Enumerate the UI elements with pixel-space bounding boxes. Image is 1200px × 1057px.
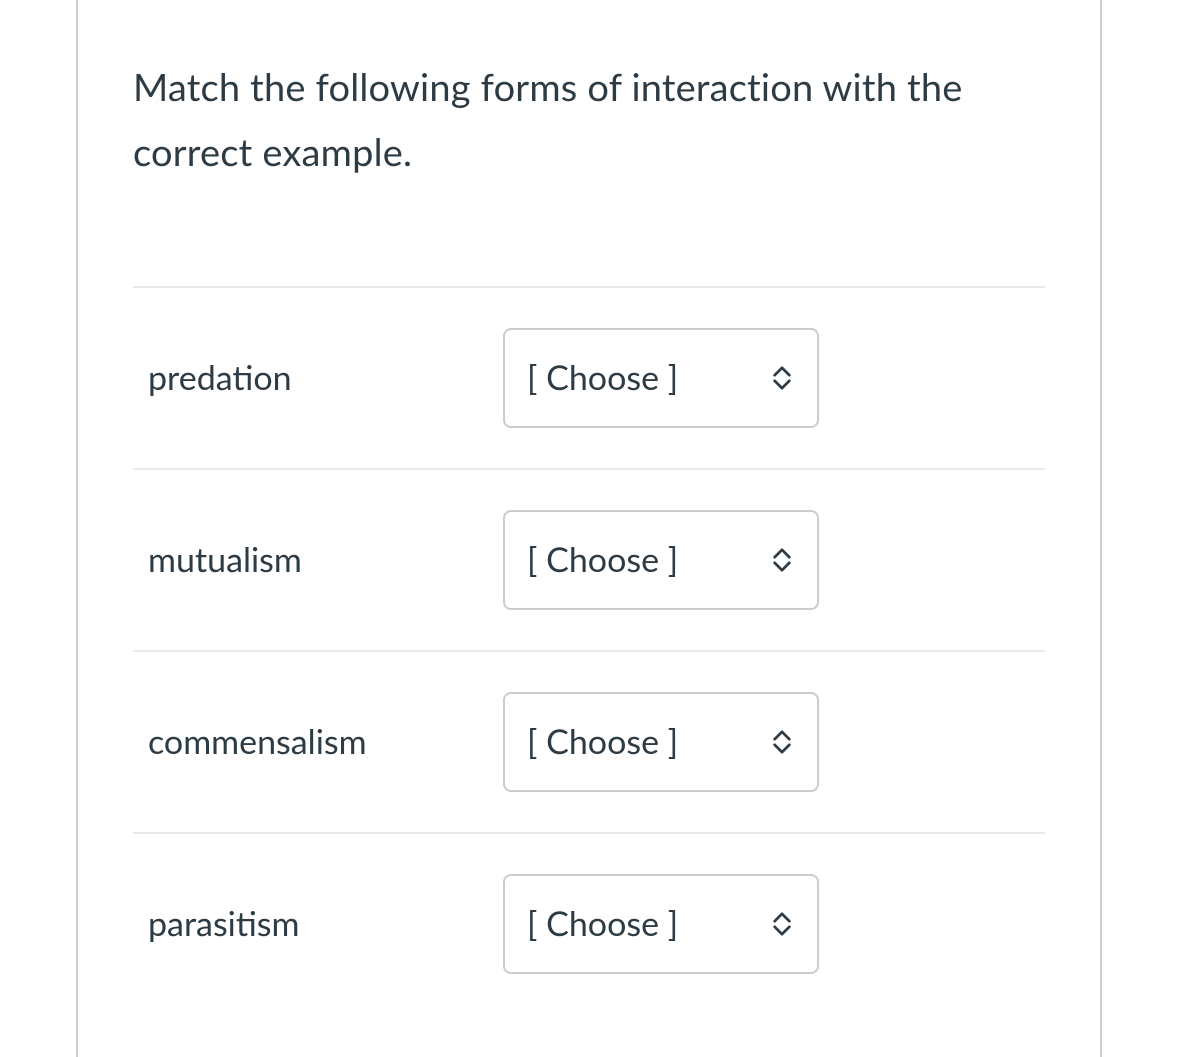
select-placeholder: [ Choose ] — [527, 903, 769, 944]
question-card: Match the following forms of interaction… — [76, 0, 1102, 1057]
match-row-predation: predation [ Choose ] — [133, 286, 1045, 468]
select-placeholder: [ Choose ] — [527, 721, 769, 762]
chevron-updown-icon — [769, 727, 795, 757]
quiz-page: Match the following forms of interaction… — [0, 0, 1200, 1057]
match-list: predation [ Choose ] mutualism [ Choose … — [133, 286, 1045, 1014]
select-placeholder: [ Choose ] — [527, 539, 769, 580]
select-parasitism[interactable]: [ Choose ] — [503, 874, 819, 974]
chevron-updown-icon — [769, 545, 795, 575]
select-commensalism[interactable]: [ Choose ] — [503, 692, 819, 792]
question-prompt: Match the following forms of interaction… — [133, 55, 1045, 186]
match-row-parasitism: parasitism [ Choose ] — [133, 832, 1045, 1014]
match-row-commensalism: commensalism [ Choose ] — [133, 650, 1045, 832]
chevron-updown-icon — [769, 363, 795, 393]
select-predation[interactable]: [ Choose ] — [503, 328, 819, 428]
match-label: predation — [148, 357, 503, 398]
match-label: commensalism — [148, 721, 503, 762]
select-placeholder: [ Choose ] — [527, 357, 769, 398]
chevron-updown-icon — [769, 909, 795, 939]
match-row-mutualism: mutualism [ Choose ] — [133, 468, 1045, 650]
select-mutualism[interactable]: [ Choose ] — [503, 510, 819, 610]
match-label: mutualism — [148, 539, 503, 580]
match-label: parasitism — [148, 903, 503, 944]
